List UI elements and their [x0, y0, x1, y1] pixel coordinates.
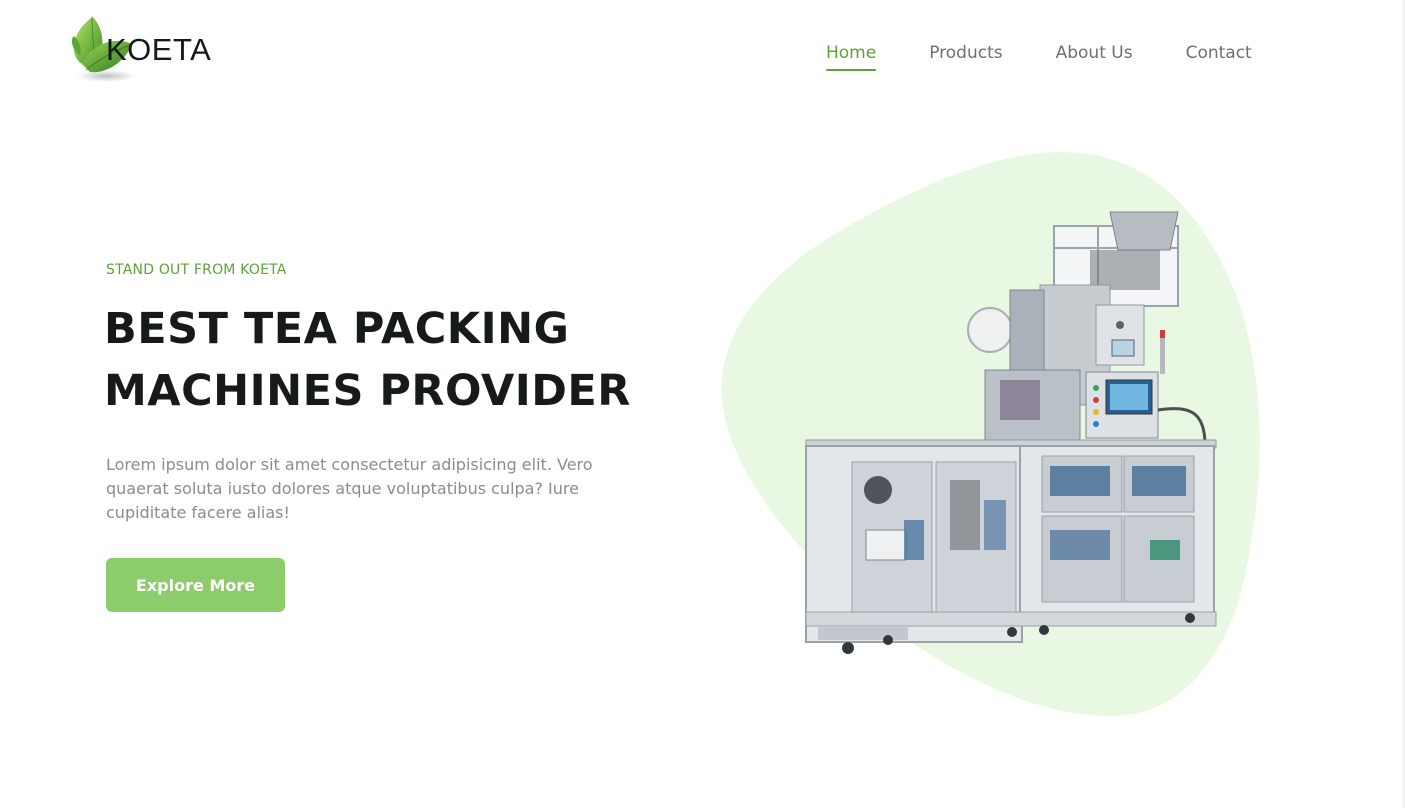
- tea-packing-machine-image: [805, 211, 1217, 654]
- page: KOETA Home Products About Us Contact STA…: [0, 0, 1405, 808]
